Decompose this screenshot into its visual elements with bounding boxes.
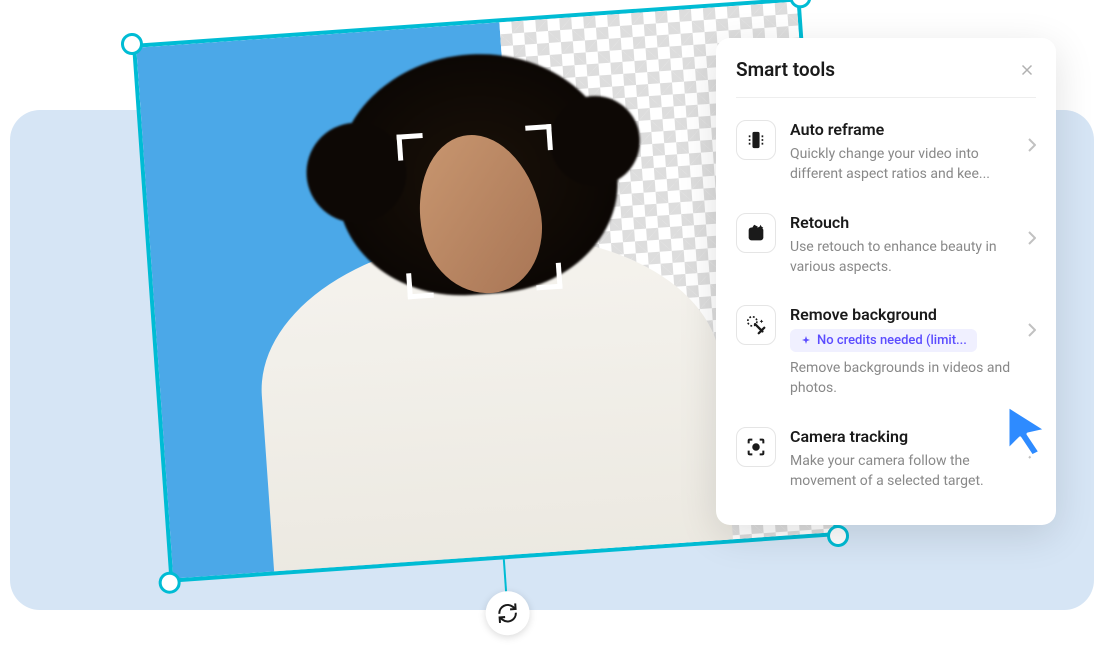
tool-camera-tracking[interactable]: Camera tracking Make your camera follow … <box>736 413 1036 506</box>
tool-remove-background[interactable]: Remove background No credits needed (lim… <box>736 291 1036 413</box>
tool-auto-reframe[interactable]: Auto reframe Quickly change your video i… <box>736 106 1036 199</box>
tool-description: Quickly change your video into different… <box>790 144 1014 185</box>
tool-title: Camera tracking <box>790 427 1014 446</box>
credits-badge: No credits needed (limit... <box>790 329 977 352</box>
retouch-icon <box>736 213 776 253</box>
panel-title: Smart tools <box>736 58 835 81</box>
tool-description: Make your camera follow the movement of … <box>790 451 1014 492</box>
close-icon[interactable] <box>1018 61 1036 79</box>
auto-reframe-icon <box>736 120 776 160</box>
tool-title: Retouch <box>790 213 1014 232</box>
chevron-right-icon <box>1028 323 1036 337</box>
rotate-icon <box>496 601 519 624</box>
tool-description: Use retouch to enhance beauty in various… <box>790 237 1014 278</box>
tool-title: Remove background <box>790 305 1014 324</box>
tool-title: Auto reframe <box>790 120 1014 139</box>
tool-description: Remove backgrounds in videos and photos. <box>790 358 1014 399</box>
sparkle-icon <box>800 335 812 347</box>
smart-tools-panel: Smart tools Auto reframe Quickly change … <box>716 38 1056 525</box>
chevron-right-icon <box>1028 445 1036 459</box>
camera-tracking-icon <box>736 427 776 467</box>
subject-image <box>207 7 763 574</box>
chevron-right-icon <box>1028 138 1036 152</box>
remove-background-icon <box>736 305 776 345</box>
chevron-right-icon <box>1028 231 1036 245</box>
tool-retouch[interactable]: Retouch Use retouch to enhance beauty in… <box>736 199 1036 292</box>
